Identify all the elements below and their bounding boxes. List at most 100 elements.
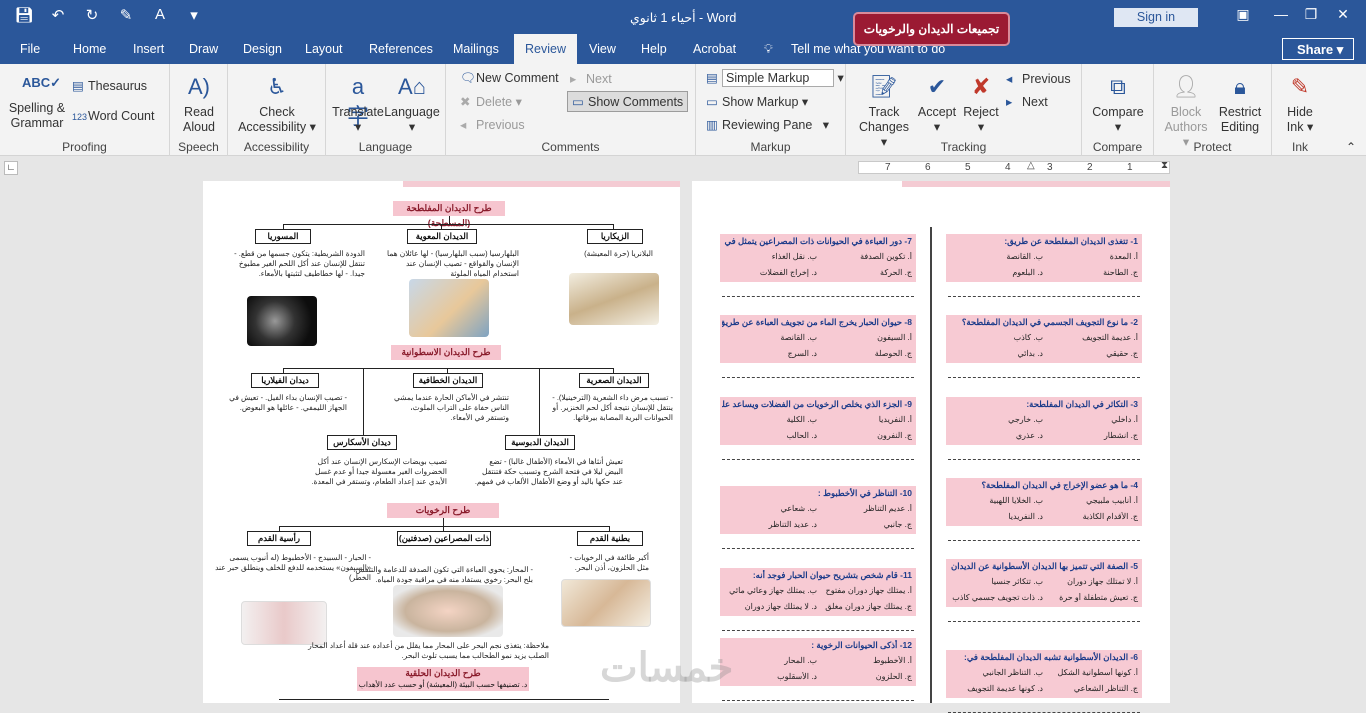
answer-option: ج. الطاحنة bbox=[1103, 268, 1138, 277]
trichinella-box: الديدان الصعرية bbox=[579, 373, 649, 388]
format-painter-icon[interactable]: ✎ bbox=[116, 6, 136, 24]
spelling-label: Spelling & bbox=[8, 101, 66, 115]
delete-comment-icon: ✖ bbox=[460, 95, 471, 109]
ring-worms-title: طرح الديدان الحلقية bbox=[405, 668, 481, 678]
page-header-band bbox=[902, 181, 1170, 187]
save-icon[interactable]: 💾︎ bbox=[14, 6, 34, 24]
share-button[interactable]: Share ▾ bbox=[1282, 38, 1354, 60]
snail-image bbox=[561, 579, 651, 627]
column-divider bbox=[930, 227, 932, 703]
answer-line bbox=[948, 377, 1140, 378]
word-count-button[interactable]: 123Word Count bbox=[72, 109, 154, 123]
answer-option: د. السرج bbox=[787, 349, 817, 358]
tab-draw[interactable]: Draw bbox=[189, 42, 218, 56]
ruler-number: 3 bbox=[1047, 162, 1053, 173]
hide-ink-button[interactable]: ✎ Hide Ink ▾ bbox=[1276, 72, 1324, 135]
cephalopods-box: رأسية القدم bbox=[247, 531, 311, 546]
tab-file[interactable]: File bbox=[20, 42, 40, 56]
sign-in-button[interactable]: Sign in bbox=[1114, 8, 1198, 27]
answer-option: أ. كونها أسطوانية الشكل bbox=[1057, 668, 1138, 677]
horizontal-ruler[interactable]: 7 6 5 4 3 2 1 △ ⧗ bbox=[858, 160, 1170, 174]
group-comments: 🗨︎New Comment ✖ Delete ▾ ◂ Previous ▸ Next … bbox=[446, 64, 696, 156]
font-style-icon[interactable]: A bbox=[150, 6, 170, 24]
restrict-editing-button[interactable]: 🔒︎ Restrict Editing bbox=[1212, 72, 1268, 135]
document-page-left[interactable]: طرح الديدان المفلطحة (المسطحة) المسوريا … bbox=[203, 181, 680, 703]
previous-change-button[interactable]: ◂ Previous bbox=[1006, 71, 1071, 86]
hide-label: Hide bbox=[1287, 105, 1313, 119]
tab-insert[interactable]: Insert bbox=[133, 42, 164, 56]
new-comment-button[interactable]: 🗨︎New Comment bbox=[460, 71, 559, 86]
answer-option: ج. الحوصلة bbox=[874, 349, 912, 358]
question-text: 3- التكاثر في الديدان المفلطحة: bbox=[1026, 399, 1138, 409]
group-label: Ink bbox=[1291, 140, 1308, 154]
ruler-number: 1 bbox=[1127, 162, 1133, 173]
tapeworm-box: المسوريا bbox=[255, 229, 311, 244]
answer-option: ج. حقيقي bbox=[1106, 349, 1138, 358]
restore-icon[interactable]: ❐ bbox=[1296, 6, 1326, 23]
quick-access-toolbar: 💾︎ ↶ ↻ ✎ A ▾ bbox=[14, 6, 204, 24]
group-label: Markup bbox=[750, 140, 791, 154]
tab-mailings[interactable]: Mailings bbox=[453, 42, 499, 56]
read-aloud-button[interactable]: A) Read Aloud bbox=[176, 72, 222, 135]
tab-layout[interactable]: Layout bbox=[305, 42, 343, 56]
right-indent-marker-icon[interactable]: ⧗ bbox=[1161, 160, 1168, 171]
collapse-ribbon-icon[interactable]: ⌃ bbox=[1346, 140, 1356, 154]
spelling-grammar-button[interactable]: ABC✓ Spelling & Grammar bbox=[6, 68, 68, 131]
minimize-icon[interactable]: — bbox=[1266, 6, 1296, 22]
question-text: 7- دور العباءة في الحيوانات ذات المصراعي… bbox=[722, 236, 912, 246]
filaria-text: - تصيب الإنسان بداء الفيل. - تعيش في الج… bbox=[229, 393, 347, 412]
answer-option: أ. المعدة bbox=[1109, 252, 1138, 261]
indent-marker-icon[interactable]: △ bbox=[1027, 160, 1035, 171]
next-change-button[interactable]: ▸ Next bbox=[1006, 94, 1048, 109]
tab-home[interactable]: Home bbox=[73, 42, 106, 56]
close-icon[interactable]: ✕ bbox=[1328, 6, 1358, 23]
block-authors-button[interactable]: 👤︎ Block Authors ▾ bbox=[1160, 72, 1212, 150]
tell-me-search[interactable]: Tell me what you want to do bbox=[791, 42, 945, 56]
tab-help[interactable]: Help bbox=[641, 42, 667, 56]
tab-view[interactable]: View bbox=[589, 42, 616, 56]
compare-button[interactable]: ⧉ Compare ▾ bbox=[1088, 72, 1148, 135]
answer-option: أ. لا تمتلك جهاز دوران bbox=[1067, 577, 1138, 586]
squid-image bbox=[241, 601, 327, 645]
redo-icon[interactable]: ↻ bbox=[82, 6, 102, 24]
tab-selector-icon[interactable]: ∟ bbox=[4, 161, 18, 175]
show-markup-button[interactable]: ▭ Show Markup ▾ bbox=[706, 94, 808, 109]
tab-review[interactable]: Review bbox=[514, 34, 577, 64]
markup-icon: ▤ bbox=[706, 71, 718, 85]
next-comment-button[interactable]: ▸ Next bbox=[570, 71, 612, 86]
tab-references[interactable]: References bbox=[369, 42, 433, 56]
answer-line bbox=[948, 296, 1140, 297]
answer-line bbox=[722, 630, 914, 631]
display-for-review-dropdown[interactable]: ▤ Simple Markup ▾ bbox=[706, 69, 844, 87]
tab-design[interactable]: Design bbox=[243, 42, 282, 56]
thesaurus-button[interactable]: ▤ Thesaurus bbox=[72, 78, 147, 93]
check-accessibility-button[interactable]: ♿︎ Check Accessibility ▾ bbox=[234, 72, 320, 135]
customize-toolbar-icon[interactable]: ▾ bbox=[184, 6, 204, 24]
translate-button[interactable]: a字 Translate ▾ bbox=[332, 72, 384, 135]
delete-comment-button[interactable]: ✖ Delete ▾ bbox=[460, 94, 522, 109]
tab-acrobat[interactable]: Acrobat bbox=[693, 42, 736, 56]
reject-icon: ✘ bbox=[971, 74, 991, 99]
answer-line bbox=[722, 548, 914, 549]
zikaria-box: الزيكاريا bbox=[587, 229, 643, 244]
language-button[interactable]: A⌂ Language ▾ bbox=[384, 72, 440, 135]
answer-option: أ. يمتلك جهاز دوران مفتوح bbox=[825, 586, 912, 595]
lightbulb-icon: 💡︎ bbox=[764, 42, 773, 56]
read-label: Read bbox=[184, 105, 214, 119]
ruler-number: 5 bbox=[965, 162, 971, 173]
accept-button[interactable]: ✔ Accept ▾ bbox=[916, 72, 958, 135]
track-changes-button[interactable]: 📝︎ Track Changes ▾ bbox=[856, 72, 912, 150]
group-ink: ✎ Hide Ink ▾ Ink bbox=[1272, 64, 1328, 156]
answer-option: ب. نقل الغذاء bbox=[771, 252, 817, 261]
ribbon-display-options-icon[interactable]: ▣ bbox=[1228, 6, 1258, 23]
reviewing-pane-button[interactable]: ▥ Reviewing Pane ▾ bbox=[706, 117, 829, 132]
bivalves-text: - المحار: يحوي العباءة التي تكون الصدفة … bbox=[348, 565, 533, 584]
authors-label: Authors bbox=[1164, 120, 1208, 134]
answer-option: ج. الأقدام الكاذبة bbox=[1082, 512, 1138, 521]
reviewing-pane-icon: ▥ bbox=[706, 118, 718, 132]
previous-comment-button[interactable]: ◂ Previous bbox=[460, 117, 525, 132]
show-comments-button[interactable]: ▭ Show Comments bbox=[567, 91, 689, 112]
undo-icon[interactable]: ↶ bbox=[48, 6, 68, 24]
reject-button[interactable]: ✘ Reject ▾ bbox=[960, 72, 1002, 135]
show-comments-label: Show Comments bbox=[588, 95, 684, 109]
